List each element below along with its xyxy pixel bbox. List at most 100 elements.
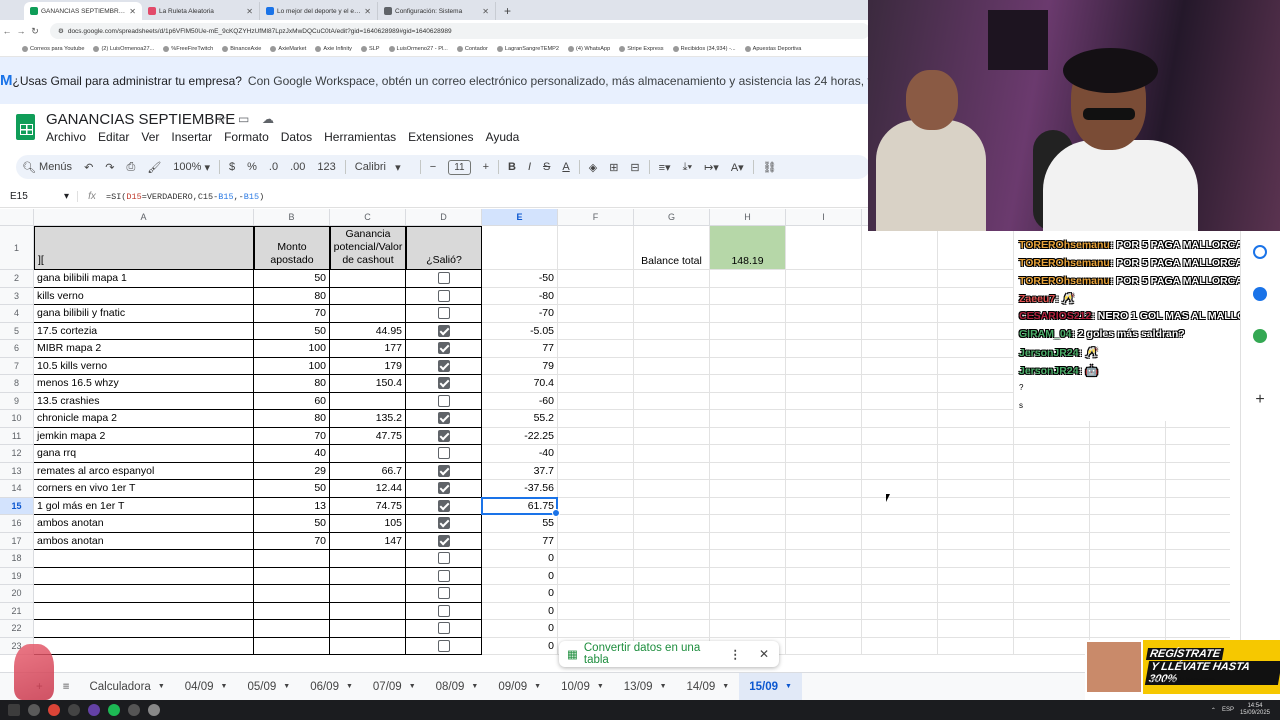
align-vertical-icon[interactable]: ⤓▾: [677, 155, 698, 179]
balance-label[interactable]: Balance total: [634, 226, 710, 270]
outcome-checkbox-cell[interactable]: [406, 305, 482, 323]
font-size-decrease[interactable]: −: [424, 155, 442, 179]
chevron-down-icon[interactable]: ▼: [346, 683, 353, 690]
cell[interactable]: [786, 532, 862, 550]
net-result[interactable]: -40: [482, 445, 558, 463]
cell[interactable]: [558, 462, 634, 480]
bet-amount[interactable]: [254, 550, 330, 568]
potential-gain[interactable]: [330, 602, 406, 620]
bet-amount[interactable]: 50: [254, 270, 330, 288]
header-cell-a[interactable]: ][: [34, 226, 254, 270]
row-header[interactable]: 3: [0, 287, 34, 305]
outcome-checkbox-cell[interactable]: [406, 550, 482, 568]
row-header[interactable]: 9: [0, 392, 34, 410]
cell[interactable]: [1090, 567, 1166, 585]
font-size-increase[interactable]: +: [477, 155, 495, 179]
bet-description[interactable]: 17.5 cortezia: [34, 322, 254, 340]
cell[interactable]: [786, 445, 862, 463]
outcome-checkbox[interactable]: [437, 324, 450, 337]
chevron-down-icon[interactable]: ▼: [283, 683, 290, 690]
cell[interactable]: [634, 567, 710, 585]
potential-gain[interactable]: [330, 445, 406, 463]
cell[interactable]: [634, 462, 710, 480]
cell[interactable]: [1014, 532, 1090, 550]
bet-amount[interactable]: 80: [254, 287, 330, 305]
doc-title[interactable]: GANANCIAS SEPTIEMBRE: [46, 111, 235, 128]
cell[interactable]: [1014, 602, 1090, 620]
insert-link-icon[interactable]: ⛓: [757, 155, 783, 179]
bet-description[interactable]: gana bilibili mapa 1: [34, 270, 254, 288]
column-header[interactable]: D: [406, 209, 482, 226]
menu-item[interactable]: Datos: [281, 130, 312, 144]
bet-description[interactable]: MIBR mapa 2: [34, 340, 254, 358]
cell[interactable]: [786, 375, 862, 393]
cell[interactable]: [862, 637, 938, 655]
potential-gain[interactable]: [330, 637, 406, 655]
menu-item[interactable]: Herramientas: [324, 130, 396, 144]
italic-icon[interactable]: I: [522, 155, 537, 179]
cell[interactable]: [1014, 445, 1090, 463]
calendar-icon[interactable]: [1253, 245, 1267, 259]
net-result[interactable]: 0: [482, 567, 558, 585]
outcome-checkbox-cell[interactable]: [406, 585, 482, 603]
cell[interactable]: [1014, 515, 1090, 533]
bet-amount[interactable]: 80: [254, 375, 330, 393]
cell[interactable]: [938, 287, 1014, 305]
potential-gain[interactable]: 135.2: [330, 410, 406, 428]
bet-description[interactable]: ambos anotan: [34, 515, 254, 533]
cell[interactable]: [634, 427, 710, 445]
percent-button[interactable]: %: [241, 155, 263, 179]
net-result[interactable]: -22.25: [482, 427, 558, 445]
cell[interactable]: [634, 445, 710, 463]
cell[interactable]: [710, 480, 786, 498]
spotify-icon[interactable]: [108, 704, 120, 716]
contacts-icon[interactable]: [1253, 287, 1267, 301]
outcome-checkbox[interactable]: [437, 289, 450, 302]
app-icon[interactable]: [148, 704, 160, 716]
cell[interactable]: [862, 375, 938, 393]
outcome-checkbox-cell[interactable]: [406, 427, 482, 445]
cell[interactable]: [862, 357, 938, 375]
bookmark-item[interactable]: %FreeFireTwitch: [163, 46, 213, 52]
outcome-checkbox[interactable]: [437, 569, 450, 582]
menu-item[interactable]: Extensiones: [408, 130, 473, 144]
cell[interactable]: [862, 620, 938, 638]
cell[interactable]: [634, 602, 710, 620]
menu-item[interactable]: Insertar: [171, 130, 212, 144]
menu-item[interactable]: Archivo: [46, 130, 86, 144]
bookmark-item[interactable]: Stripe Express: [619, 46, 664, 52]
cell[interactable]: [558, 602, 634, 620]
bet-description[interactable]: [34, 620, 254, 638]
outcome-checkbox[interactable]: [437, 517, 450, 530]
chevron-down-icon[interactable]: ▼: [785, 683, 792, 690]
bet-description[interactable]: [34, 602, 254, 620]
cell[interactable]: [558, 305, 634, 323]
cell[interactable]: [1090, 462, 1166, 480]
convert-to-table-chip[interactable]: ▦ Convertir datos en una tabla ⋮ ✕: [559, 641, 779, 667]
cell[interactable]: [634, 532, 710, 550]
outcome-checkbox-cell[interactable]: [406, 637, 482, 655]
redo-icon[interactable]: ↷: [99, 155, 120, 179]
cell[interactable]: [1166, 428, 1230, 445]
close-tab-icon[interactable]: ✕: [129, 7, 136, 16]
cell[interactable]: [786, 357, 862, 375]
bookmark-item[interactable]: Axie Infinity: [315, 46, 352, 52]
cell[interactable]: [558, 427, 634, 445]
bet-description[interactable]: kills verno: [34, 287, 254, 305]
cell[interactable]: [634, 287, 710, 305]
net-result[interactable]: 55: [482, 515, 558, 533]
twitch-icon[interactable]: [88, 704, 100, 716]
cell[interactable]: [1090, 550, 1166, 568]
cell[interactable]: [710, 550, 786, 568]
cell[interactable]: [1166, 533, 1230, 550]
outcome-checkbox[interactable]: [437, 412, 450, 425]
column-header[interactable]: I: [786, 209, 862, 226]
row-header[interactable]: 4: [0, 305, 34, 323]
potential-gain[interactable]: 66.7: [330, 462, 406, 480]
cell[interactable]: [634, 550, 710, 568]
number-format-button[interactable]: 123: [311, 155, 341, 179]
url-field[interactable]: ⚙ docs.google.com/spreadsheets/d/1p6VFlM…: [50, 23, 870, 39]
net-result[interactable]: 77: [482, 532, 558, 550]
cell[interactable]: [710, 322, 786, 340]
cell[interactable]: [1090, 602, 1166, 620]
